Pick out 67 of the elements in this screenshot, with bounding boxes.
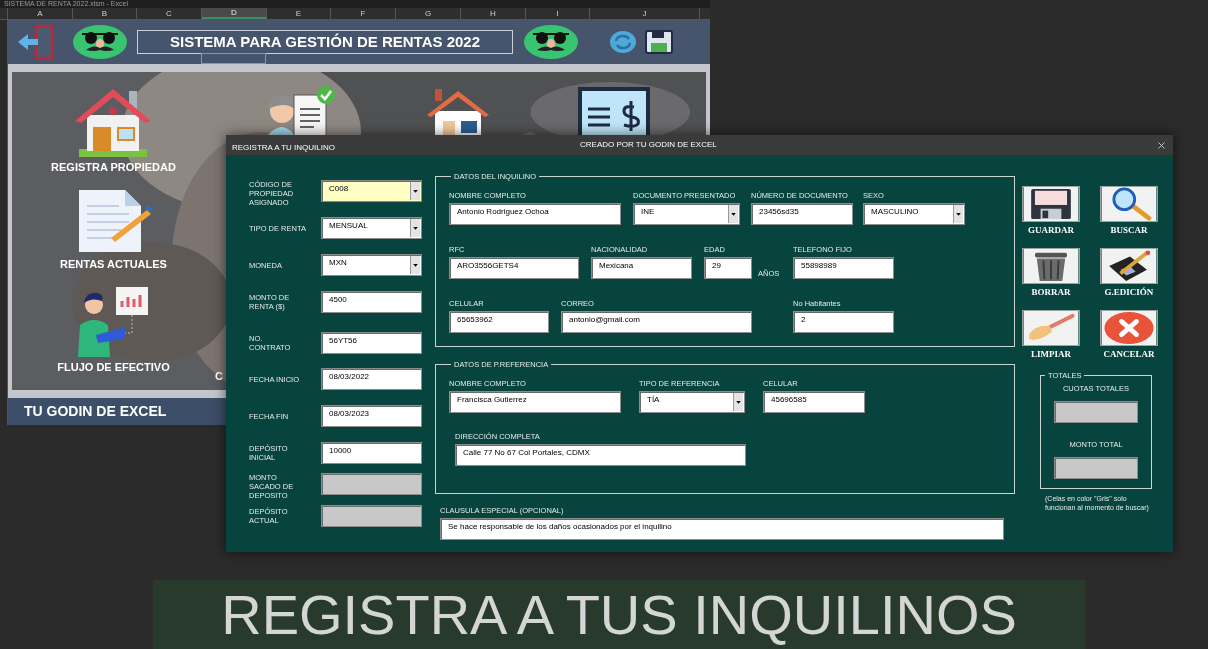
- glasses-mustache-logo: [72, 24, 128, 60]
- text-field[interactable]: Calle 77 No 67 Col Portales, CDMX: [455, 444, 746, 466]
- cancel-icon: [1100, 310, 1158, 346]
- text-field[interactable]: 08/03/2023: [321, 405, 422, 427]
- glasses-mustache-logo: [523, 24, 579, 60]
- text-field[interactable]: 55898989: [793, 257, 894, 279]
- dropdown-field[interactable]: MXN: [321, 254, 422, 276]
- column-header[interactable]: F: [331, 8, 396, 19]
- text-field[interactable]: Mexicana: [591, 257, 692, 279]
- footer-title: TU GODIN DE EXCEL: [24, 402, 167, 421]
- search-button[interactable]: BUSCAR: [1094, 186, 1164, 235]
- text-field[interactable]: 10000: [321, 442, 422, 464]
- column-header[interactable]: A: [8, 8, 73, 19]
- dropdown-field[interactable]: C008: [321, 180, 422, 202]
- column-header[interactable]: I: [526, 8, 590, 19]
- floppy-disk-icon: [1022, 186, 1080, 222]
- caret-icon: [410, 219, 420, 237]
- caret-icon: [728, 205, 738, 223]
- save-button[interactable]: GUARDAR: [1016, 186, 1086, 235]
- text-field[interactable]: 65653962: [449, 311, 549, 333]
- text-field[interactable]: Antonio Rodriguez Ochoa: [449, 203, 621, 225]
- menu-item[interactable]: REGISTRA PROPIEDAD: [51, 161, 176, 174]
- text-field[interactable]: 2: [793, 311, 894, 333]
- caption-text: REGISTRA A TUS INQUILINOS: [221, 582, 1017, 647]
- dialog-subtitle: CREADO POR TU GODIN DE EXCEL: [580, 140, 717, 150]
- text-field[interactable]: 45696585: [763, 391, 865, 413]
- column-header[interactable]: D: [202, 8, 267, 19]
- disk-and-pencil-icon: [1100, 248, 1158, 284]
- caret-icon: [410, 182, 420, 200]
- menu-item[interactable]: C: [215, 370, 223, 383]
- cell-cursor: [201, 53, 266, 64]
- menu-item[interactable]: FLUJO DE EFECTIVO: [57, 361, 170, 374]
- delete-button[interactable]: BORRAR: [1016, 248, 1086, 297]
- dialog-title: REGISTRA A TU INQUILINO: [232, 143, 335, 152]
- column-header[interactable]: J: [590, 8, 700, 19]
- exit-door-icon[interactable]: [16, 24, 56, 60]
- close-icon[interactable]: [1156, 139, 1167, 151]
- edit-button[interactable]: G.EDICIÓN: [1094, 248, 1164, 297]
- column-header[interactable]: H: [461, 8, 526, 19]
- caret-icon: [733, 393, 743, 411]
- dropdown-field[interactable]: INE: [633, 203, 740, 225]
- caret-icon: [410, 256, 420, 274]
- dropdown-field[interactable]: MASCULINO: [863, 203, 965, 225]
- save-icon[interactable]: [645, 30, 673, 54]
- dropdown-field[interactable]: MENSUAL: [321, 217, 422, 239]
- text-field[interactable]: antonio@gmail.com: [561, 311, 752, 333]
- text-field[interactable]: 23456sd35: [751, 203, 853, 225]
- banner-title: SISTEMA PARA GESTIÓN DE RENTAS 2022: [169, 31, 481, 52]
- caret-icon: [953, 205, 963, 223]
- text-field[interactable]: 4500: [321, 291, 422, 313]
- column-header[interactable]: G: [396, 8, 461, 19]
- clear-button[interactable]: LIMPIAR: [1016, 310, 1086, 359]
- menu-item[interactable]: RENTAS ACTUALES: [60, 258, 167, 271]
- refresh-icon[interactable]: [609, 30, 637, 54]
- text-field[interactable]: 08/03/2022: [321, 368, 422, 390]
- column-header[interactable]: E: [267, 8, 331, 19]
- column-header[interactable]: B: [73, 8, 137, 19]
- text-field[interactable]: ARO3556GETS4: [449, 257, 579, 279]
- broom-icon: [1022, 310, 1080, 346]
- cancel-button[interactable]: CANCELAR: [1094, 310, 1164, 359]
- text-field[interactable]: 56YT56: [321, 332, 422, 354]
- dropdown-field[interactable]: TÍA: [639, 391, 745, 413]
- magnifier-icon: [1100, 186, 1158, 222]
- text-field[interactable]: Francisca Gutierrez: [449, 391, 621, 413]
- text-field[interactable]: Se hace responsable de los daños ocasionados por el inquilino: [440, 518, 1004, 540]
- trash-can-icon: [1022, 248, 1080, 284]
- text-field[interactable]: 29: [704, 257, 752, 279]
